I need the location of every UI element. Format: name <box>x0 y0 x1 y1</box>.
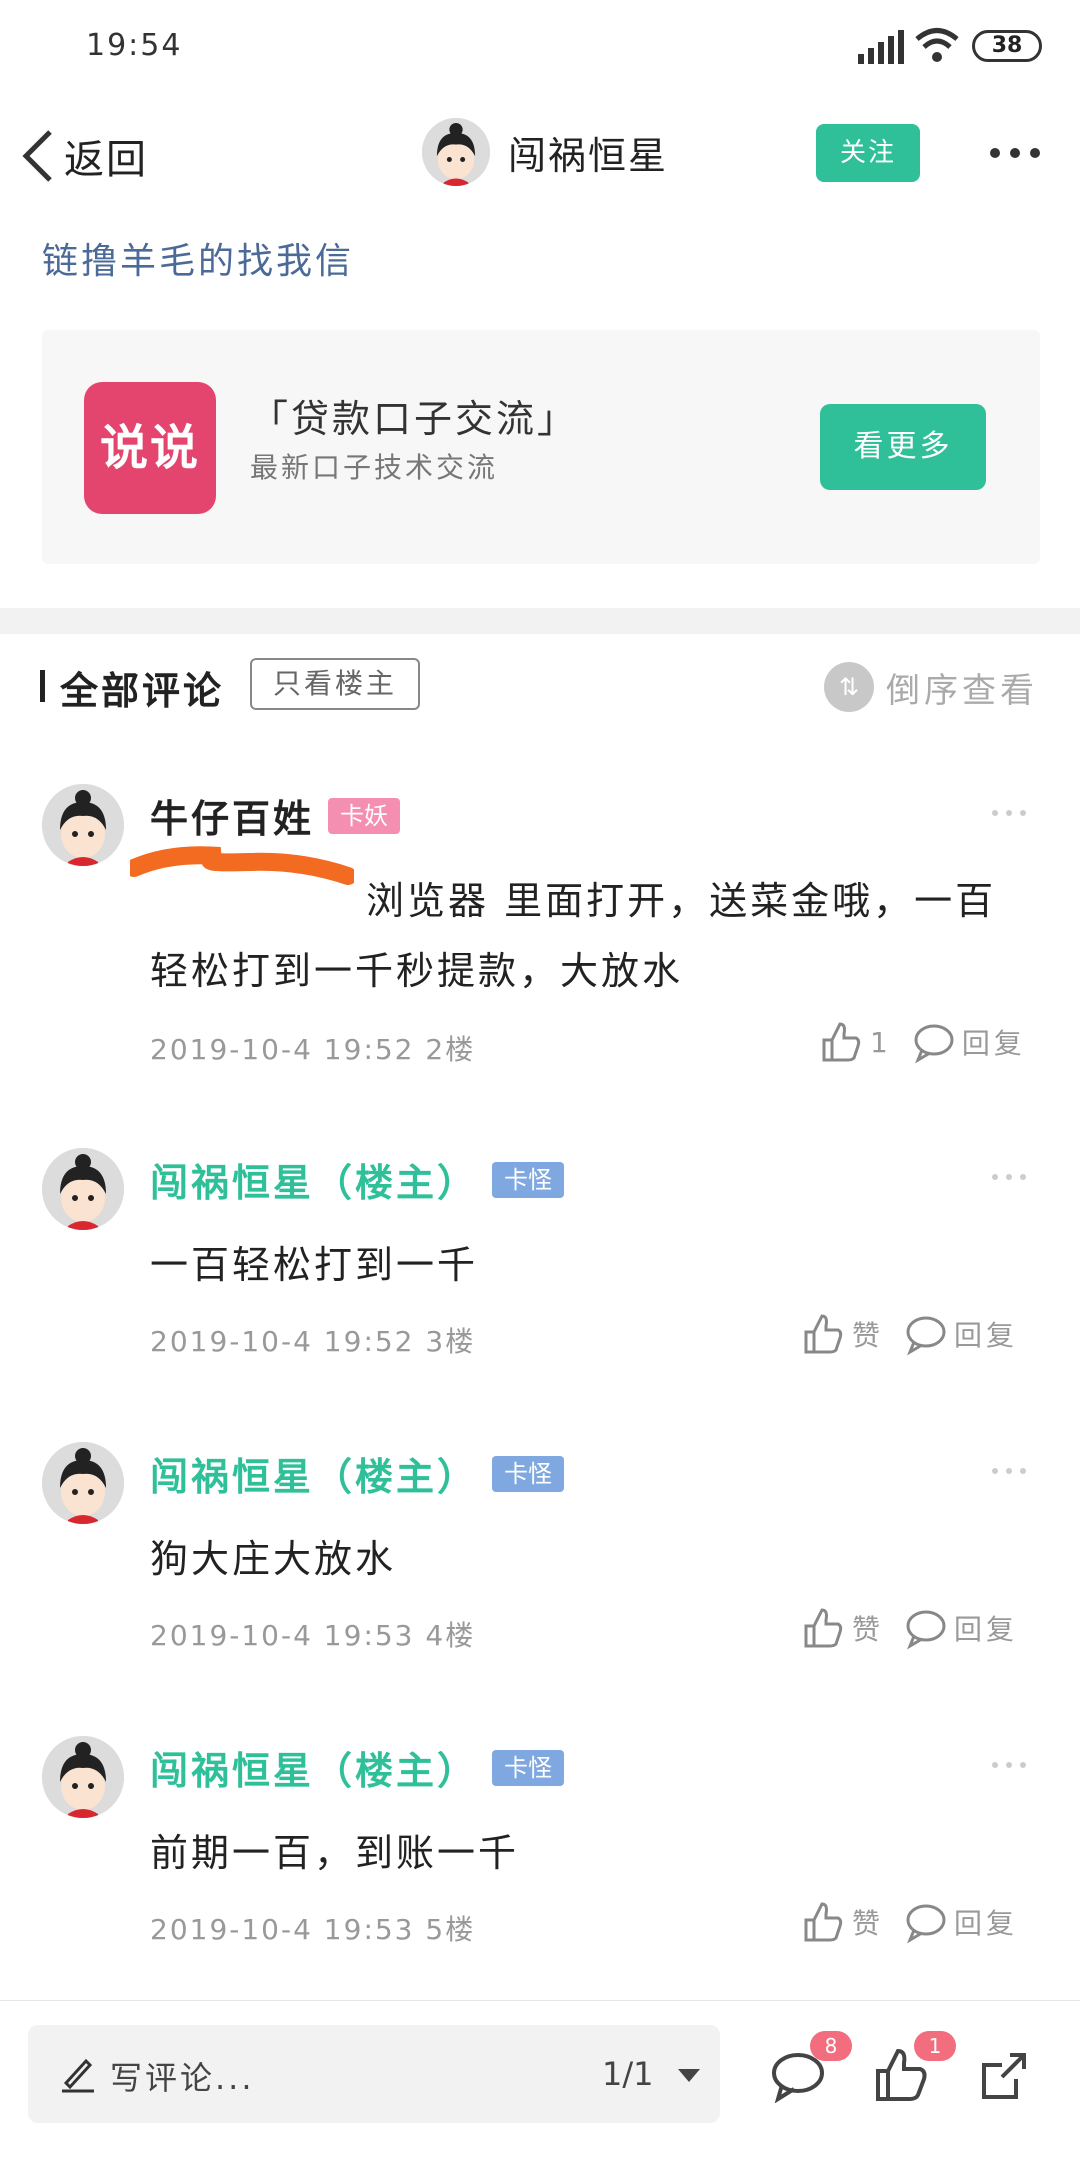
wifi-icon <box>915 28 959 62</box>
comment-meta: 2019-10-4 19:53 4楼 <box>150 1619 476 1652</box>
back-label: 返回 <box>64 137 148 183</box>
like-label: 赞 <box>852 1319 883 1352</box>
sort-button[interactable]: ⇅ 倒序查看 <box>824 662 1038 712</box>
reply-button[interactable]: 回复 <box>954 1608 1018 1648</box>
reply-button[interactable]: 回复 <box>954 1902 1018 1942</box>
user-badge: 卡怪 <box>492 1161 565 1198</box>
commenter-avatar[interactable] <box>42 1736 124 1818</box>
promo-subtitle: 最新口子技术交流 <box>250 451 499 484</box>
thumbs-up-icon[interactable] <box>800 1312 844 1356</box>
comment-text: 浏览器 里面打开，送菜金哦，一百 轻松打到一千秒提款，大放水 <box>150 866 1040 1006</box>
follow-button[interactable]: 关注 <box>816 124 920 182</box>
sort-label: 倒序查看 <box>886 670 1038 711</box>
comment-meta: 2019-10-4 19:52 2楼 <box>150 1033 476 1066</box>
comment-more-icon[interactable] <box>992 810 1026 816</box>
author-info[interactable]: 闯祸恒星 <box>422 118 668 186</box>
like-label: 赞 <box>852 1907 883 1940</box>
reply-button[interactable]: 回复 <box>962 1022 1026 1062</box>
comment-text: 前期一百，到账一千 <box>150 1831 520 1875</box>
write-comment-input[interactable]: 写评论... 1/1 <box>28 2025 720 2123</box>
user-badge: 卡怪 <box>492 1455 565 1492</box>
comment-text: 一百轻松打到一千 <box>150 1243 479 1287</box>
chevron-left-icon <box>22 130 52 182</box>
commenter-avatar[interactable] <box>42 1148 124 1230</box>
like-count-badge: 1 <box>914 2031 956 2061</box>
comments-title: 全部评论 <box>60 669 225 713</box>
comment-bubble-icon[interactable] <box>904 1312 948 1356</box>
section-marker <box>40 670 45 702</box>
reply-button[interactable]: 回复 <box>954 1314 1018 1354</box>
avatar-icon <box>42 784 124 866</box>
comment-count-badge: 8 <box>810 2031 852 2061</box>
commenter-name[interactable]: 牛仔百姓 <box>150 788 314 843</box>
promo-title: 「贷款口子交流」 <box>250 397 579 441</box>
author-avatar[interactable] <box>422 118 490 186</box>
avatar-icon <box>42 1148 124 1230</box>
user-badge: 卡怪 <box>492 1749 565 1786</box>
commenter-avatar[interactable] <box>42 1442 124 1524</box>
comment-more-icon[interactable] <box>992 1468 1026 1474</box>
thumbs-up-icon[interactable] <box>800 1606 844 1650</box>
more-options-icon[interactable] <box>990 148 1040 160</box>
battery-indicator: 38 <box>972 30 1042 62</box>
comment-meta: 2019-10-4 19:53 5楼 <box>150 1913 476 1946</box>
bottom-action-bar: 写评论... 1/1 8 1 <box>0 2000 1080 2158</box>
commenter-avatar[interactable] <box>42 784 124 866</box>
comment-bubble-icon[interactable] <box>912 1020 956 1064</box>
comment-text: 狗大庄大放水 <box>150 1537 397 1581</box>
promo-card[interactable]: 说说 「贷款口子交流」 最新口子技术交流 看更多 <box>42 330 1040 564</box>
top-nav-bar: 返回 闯祸恒星 关注 <box>0 96 1080 212</box>
comment-bubble-icon[interactable] <box>904 1606 948 1650</box>
redaction-scribble <box>130 846 354 885</box>
share-icon[interactable] <box>976 2047 1032 2103</box>
pencil-icon <box>62 2058 94 2093</box>
sort-icon: ⇅ <box>824 662 874 712</box>
comment-more-icon[interactable] <box>992 1174 1026 1180</box>
avatar-icon <box>422 118 490 186</box>
promo-logo: 说说 <box>84 382 216 514</box>
like-count: 1 <box>870 1025 890 1059</box>
status-bar: 19:54 38 <box>0 0 1080 96</box>
comment-meta: 2019-10-4 19:52 3楼 <box>150 1325 476 1358</box>
thumbs-up-icon[interactable] <box>818 1020 862 1064</box>
write-comment-placeholder: 写评论... <box>110 2059 255 2097</box>
commenter-name[interactable]: 闯祸恒星（楼主） <box>150 1446 478 1501</box>
comments-header: 全部评论 只看楼主 ⇅ 倒序查看 <box>0 656 1080 736</box>
thumbs-up-icon[interactable] <box>800 1900 844 1944</box>
nav-title: 闯祸恒星 <box>508 133 669 178</box>
signal-icon <box>858 30 904 64</box>
comment-bubble-icon[interactable] <box>904 1900 948 1944</box>
user-badge: 卡妖 <box>328 797 401 834</box>
status-time: 19:54 <box>86 28 183 63</box>
section-divider <box>0 608 1080 634</box>
only-op-button[interactable]: 只看楼主 <box>250 658 420 710</box>
like-label: 赞 <box>852 1613 883 1646</box>
comment-text-line: 轻松打到一千秒提款，大放水 <box>150 949 684 993</box>
promo-see-more-button[interactable]: 看更多 <box>820 404 986 490</box>
back-button[interactable]: 返回 <box>20 126 148 186</box>
caret-down-icon[interactable] <box>678 2069 700 2082</box>
page-indicator[interactable]: 1/1 <box>602 2055 654 2093</box>
commenter-name[interactable]: 闯祸恒星（楼主） <box>150 1152 478 1207</box>
commenter-name[interactable]: 闯祸恒星（楼主） <box>150 1740 478 1795</box>
avatar-icon <box>42 1442 124 1524</box>
comment-more-icon[interactable] <box>992 1762 1026 1768</box>
post-title: 链撸羊毛的找我信 <box>42 241 355 282</box>
avatar-icon <box>42 1736 124 1818</box>
